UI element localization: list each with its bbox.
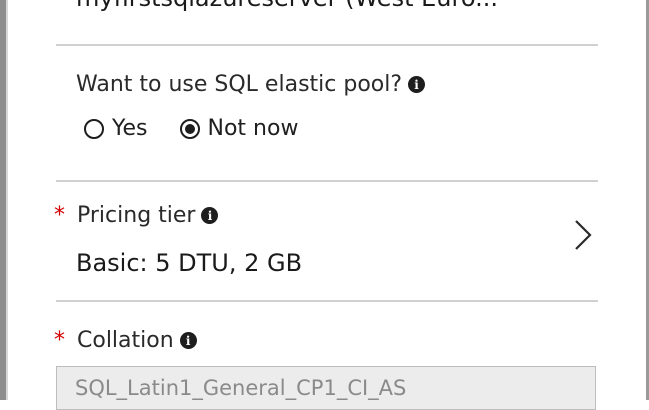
elastic-pool-label: Want to use SQL elastic pool? — [76, 72, 403, 97]
elastic-pool-radio-group: Yes Not now — [84, 116, 298, 141]
chevron-right-icon[interactable] — [572, 218, 594, 252]
pricing-tier-value[interactable]: Basic: 5 DTU, 2 GB — [76, 249, 302, 277]
collation-input[interactable] — [56, 366, 596, 410]
info-icon[interactable]: i — [408, 76, 426, 93]
required-marker: * — [54, 327, 65, 353]
radio-yes-label: Yes — [112, 116, 148, 141]
radio-not-now-circle[interactable] — [179, 118, 200, 139]
pricing-tier-label-row: * Pricing tier i — [54, 202, 219, 228]
elastic-pool-label-row: Want to use SQL elastic pool? i — [76, 72, 426, 97]
radio-selected-dot — [184, 123, 195, 134]
collation-label: Collation — [77, 328, 174, 353]
info-icon[interactable]: i — [201, 207, 219, 224]
radio-not-now-label: Not now — [207, 116, 299, 141]
divider — [56, 300, 598, 302]
radio-option-yes[interactable]: Yes — [84, 116, 148, 141]
collation-label-row: * Collation i — [54, 328, 197, 353]
pricing-tier-label: Pricing tier — [77, 203, 196, 228]
divider — [56, 180, 598, 182]
panel-left-border-shadow — [6, 0, 8, 400]
radio-yes-circle[interactable] — [84, 118, 104, 139]
divider — [56, 44, 598, 46]
radio-option-not-now[interactable]: Not now — [179, 116, 299, 141]
server-value[interactable]: myfirstsqlazureserver (West Euro... — [76, 0, 498, 12]
info-icon[interactable]: i — [179, 332, 197, 349]
required-marker: * — [54, 202, 65, 228]
